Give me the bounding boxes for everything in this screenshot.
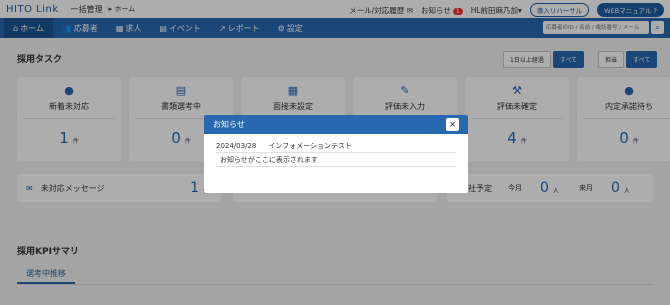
- notice-date: 2024/03/28: [216, 141, 257, 150]
- close-button[interactable]: ×: [446, 118, 459, 131]
- modal-body: 2024/03/28 インフォメーションテスト お知らせがここに表示されます: [204, 134, 468, 172]
- notice-modal: お知らせ × 2024/03/28 インフォメーションテスト お知らせがここに表…: [204, 115, 468, 193]
- notice-entry[interactable]: 2024/03/28 インフォメーションテスト: [216, 139, 456, 153]
- modal-header: お知らせ ×: [204, 115, 468, 134]
- modal-title: お知らせ: [213, 120, 245, 129]
- notice-entry-title: インフォメーションテスト: [268, 141, 353, 150]
- notice-message: お知らせがここに表示されます: [216, 153, 456, 167]
- close-icon: ×: [448, 119, 457, 130]
